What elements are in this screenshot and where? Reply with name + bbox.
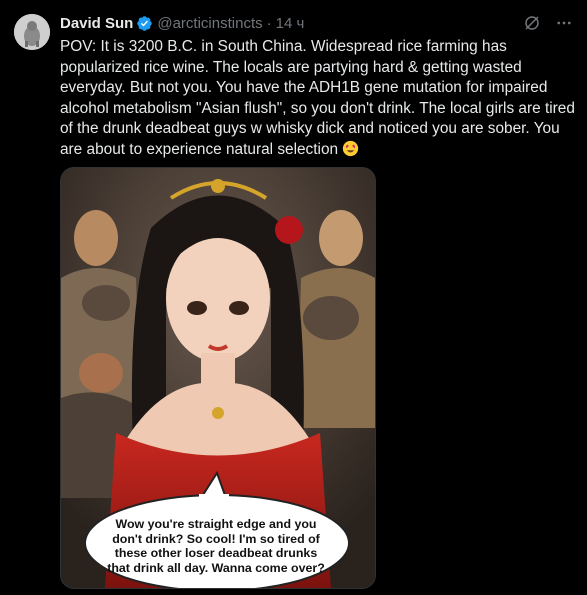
verified-badge-icon xyxy=(136,15,153,32)
avatar[interactable] xyxy=(14,14,50,50)
tweet: David Sun @arcticinstincts · 14 ч POV: I xyxy=(0,0,587,595)
tweet-header: David Sun @arcticinstincts · 14 ч xyxy=(60,13,304,33)
heart-eyes-emoji xyxy=(342,140,359,157)
timestamp[interactable]: 14 ч xyxy=(276,15,305,32)
tweet-text: POV: It is 3200 B.C. in South China. Wid… xyxy=(60,37,575,160)
separator: · xyxy=(266,14,272,32)
speech-bubble-text: Wow you're straight edge and you don't d… xyxy=(107,517,325,575)
author-name[interactable]: David Sun xyxy=(60,15,133,32)
author-handle[interactable]: @arcticinstincts xyxy=(157,15,262,32)
tweet-text-content: POV: It is 3200 B.C. in South China. Wid… xyxy=(60,38,575,158)
more-icon[interactable] xyxy=(555,14,573,32)
grok-icon[interactable] xyxy=(523,14,541,32)
tweet-actions xyxy=(523,14,573,32)
